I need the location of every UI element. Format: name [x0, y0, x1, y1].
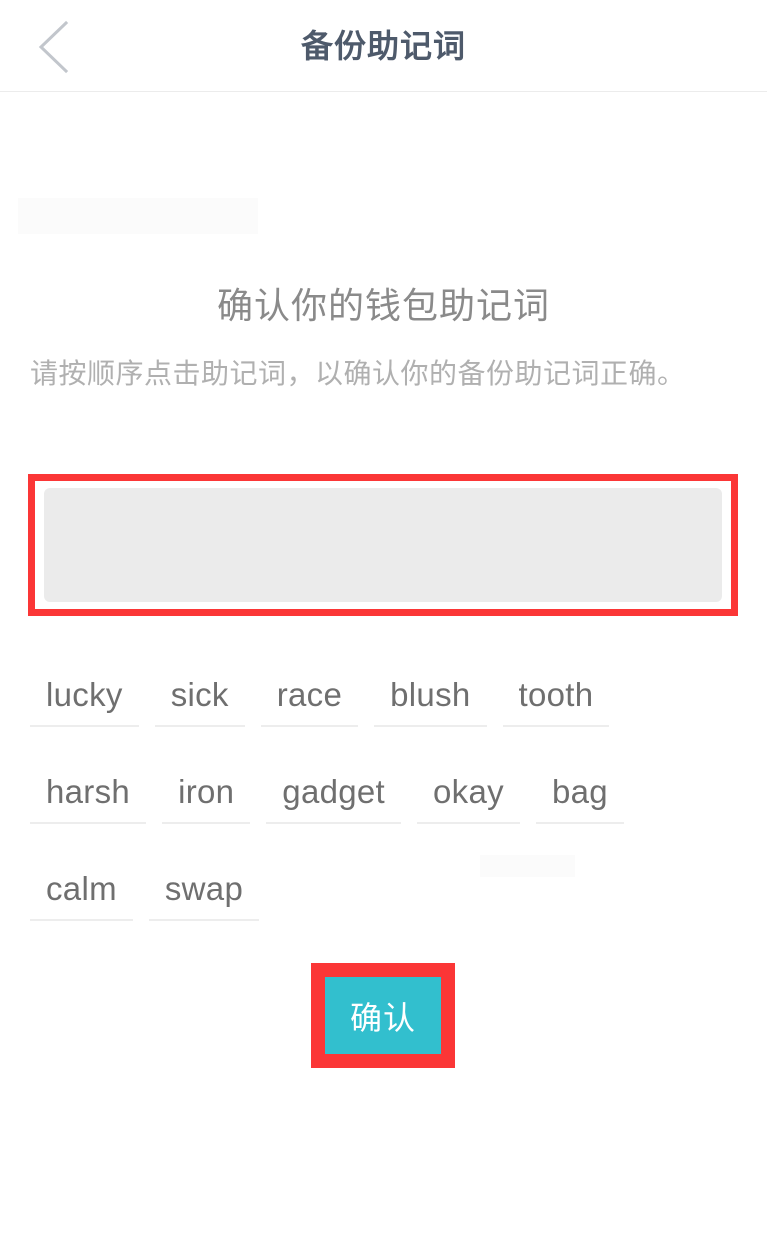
word-chip[interactable]: okay — [417, 767, 520, 824]
selected-words-input[interactable] — [44, 488, 722, 602]
word-bank: lucky sick race blush tooth harsh iron gadget ok… — [30, 670, 736, 961]
word-chip[interactable]: harsh — [30, 767, 147, 824]
word-chip[interactable]: bag — [535, 767, 624, 824]
background-artifact — [18, 198, 258, 234]
word-chip[interactable]: iron — [162, 767, 251, 824]
word-chip[interactable]: calm — [30, 864, 133, 921]
confirm-button-highlight: 确认 — [311, 963, 455, 1068]
app-header: 备份助记词 — [0, 0, 767, 92]
word-chip[interactable]: tooth — [502, 670, 610, 727]
word-chip[interactable]: lucky — [30, 670, 139, 727]
confirm-heading: 确认你的钱包助记词 — [216, 285, 550, 326]
word-chip[interactable]: blush — [374, 670, 487, 727]
word-chip[interactable]: swap — [148, 864, 260, 921]
page-title: 备份助记词 — [300, 28, 466, 64]
word-chip[interactable]: sick — [154, 670, 245, 727]
word-chip[interactable]: gadget — [266, 767, 402, 824]
instruction-text: 请按顺序点击助记词，以确认你的备份助记词正确。 — [30, 358, 686, 389]
confirm-button[interactable]: 确认 — [325, 977, 441, 1054]
selected-words-highlight — [28, 474, 738, 616]
word-chip[interactable]: race — [260, 670, 359, 727]
